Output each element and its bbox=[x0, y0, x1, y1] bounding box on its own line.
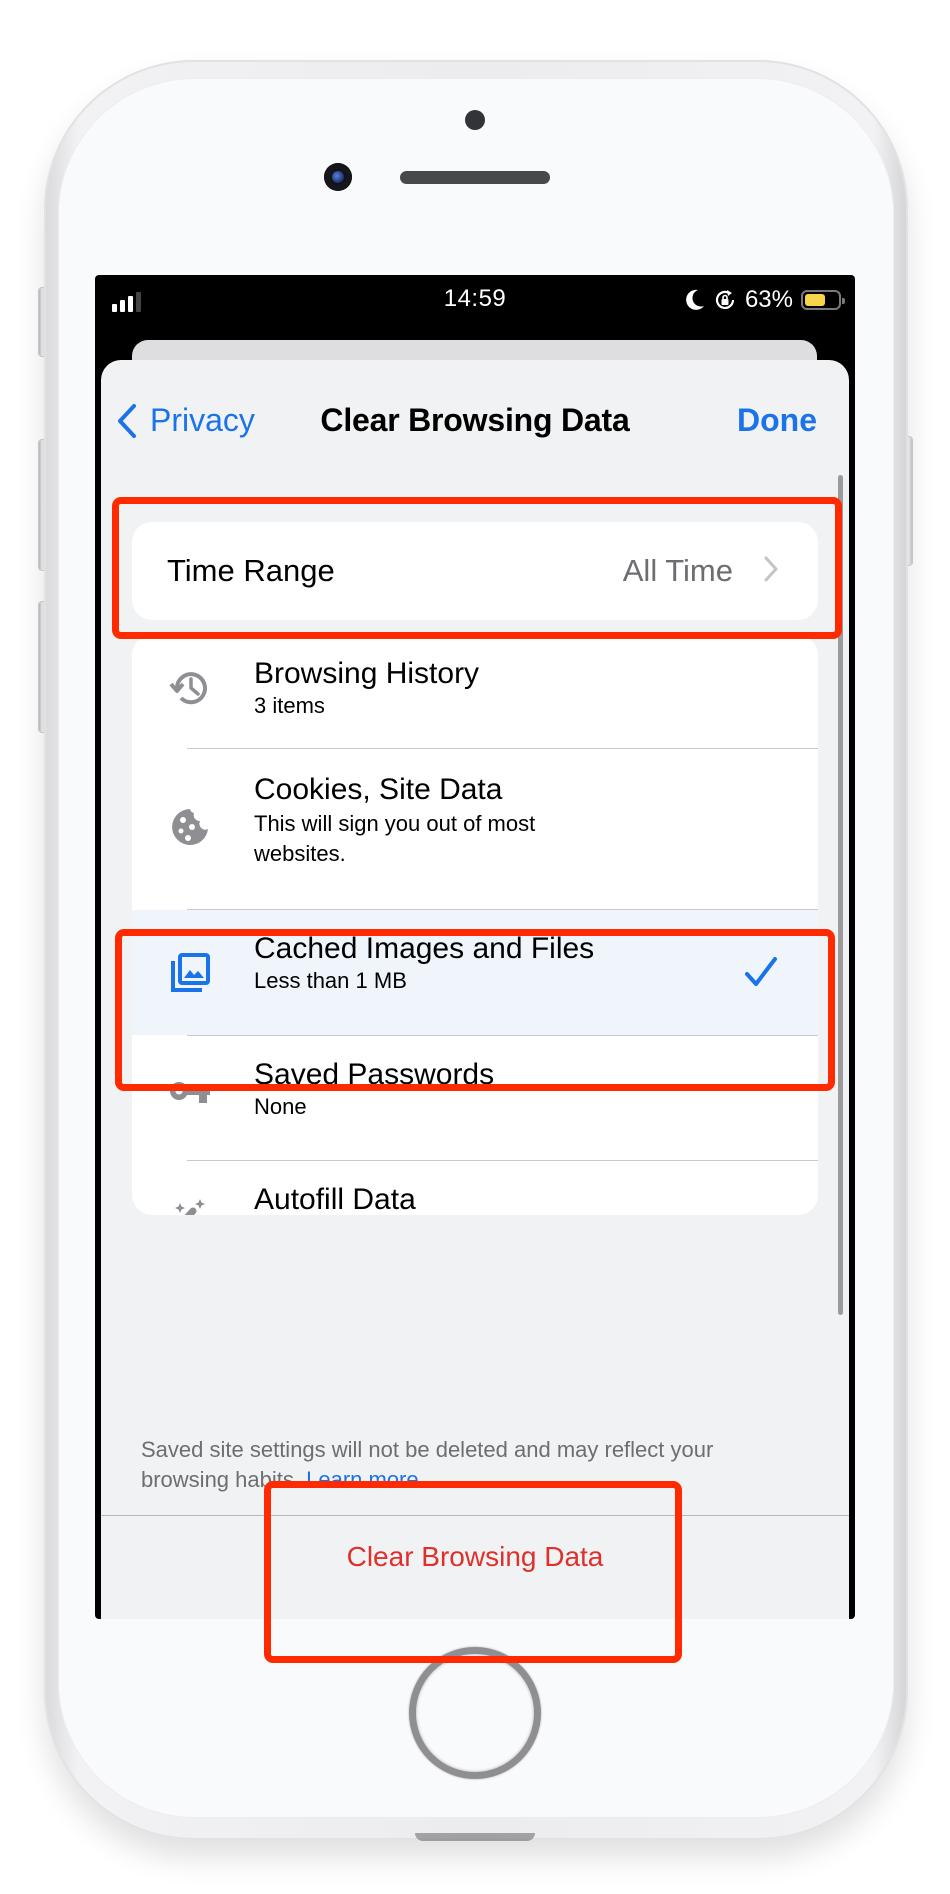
clear-browsing-data-sheet: Privacy Clear Browsing Data Done Time Ra… bbox=[101, 360, 849, 1619]
data-type-row-autofill[interactable]: Autofill Data None bbox=[132, 1161, 818, 1215]
row-title: Cookies, Site Data bbox=[254, 773, 503, 806]
battery-nub bbox=[842, 298, 845, 304]
row-subtitle: 3 items bbox=[254, 693, 325, 718]
battery-percent: 63% bbox=[744, 286, 793, 313]
battery-fill bbox=[805, 294, 825, 306]
key-icon bbox=[167, 1070, 213, 1116]
row-subtitle: This will sign you out of most websites. bbox=[254, 811, 536, 866]
time-range-label: Time Range bbox=[167, 553, 335, 588]
footer-note: Saved site settings will not be deleted … bbox=[141, 1435, 781, 1495]
bottom-toolbar: Clear Browsing Data bbox=[101, 1515, 849, 1619]
status-indicators: 63% bbox=[685, 285, 845, 315]
data-types-list: Browsing History 3 items Cookies, Site D… bbox=[132, 635, 818, 1215]
phone-bottom-edge bbox=[415, 1833, 535, 1841]
magic-wand-icon bbox=[167, 1193, 213, 1215]
row-title: Cached Images and Files bbox=[254, 932, 595, 965]
learn-more-link[interactable]: Learn more bbox=[306, 1467, 419, 1492]
moon-icon bbox=[686, 289, 704, 310]
battery-icon bbox=[801, 290, 845, 310]
image-stack-icon bbox=[167, 950, 213, 996]
data-type-row-saved-passwords[interactable]: Saved Passwords None bbox=[132, 1036, 818, 1160]
time-range-value: All Time bbox=[622, 553, 733, 588]
home-button[interactable] bbox=[409, 1647, 541, 1779]
footer-note-text: Saved site settings will not be deleted … bbox=[141, 1437, 714, 1492]
data-type-row-browsing-history[interactable]: Browsing History 3 items bbox=[132, 635, 818, 748]
row-title: Saved Passwords bbox=[254, 1058, 495, 1091]
done-button[interactable]: Done bbox=[737, 402, 817, 439]
time-range-row[interactable]: Time Range All Time bbox=[132, 522, 818, 620]
camera-lens bbox=[332, 171, 344, 183]
cookie-icon bbox=[167, 804, 213, 850]
proximity-sensor bbox=[465, 110, 485, 130]
chevron-right-icon bbox=[764, 556, 778, 582]
screen: 14:59 63% Privacy Clear Browsing Data Do… bbox=[95, 275, 855, 1619]
data-type-row-cached-images[interactable]: Cached Images and Files Less than 1 MB bbox=[132, 910, 818, 1035]
scrollbar[interactable] bbox=[838, 475, 843, 1315]
history-icon bbox=[167, 665, 213, 711]
row-subtitle: Less than 1 MB bbox=[254, 968, 407, 993]
rotation-lock-icon bbox=[715, 290, 735, 309]
status-bar: 14:59 63% bbox=[95, 275, 855, 327]
data-type-row-cookies[interactable]: Cookies, Site Data This will sign you ou… bbox=[132, 749, 818, 909]
row-title: Browsing History bbox=[254, 657, 480, 690]
clear-browsing-data-button[interactable]: Clear Browsing Data bbox=[101, 1541, 849, 1573]
row-title: Autofill Data bbox=[254, 1183, 416, 1215]
checkmark-icon bbox=[745, 957, 777, 986]
row-subtitle: None bbox=[254, 1094, 307, 1119]
earpiece-speaker bbox=[400, 171, 550, 184]
